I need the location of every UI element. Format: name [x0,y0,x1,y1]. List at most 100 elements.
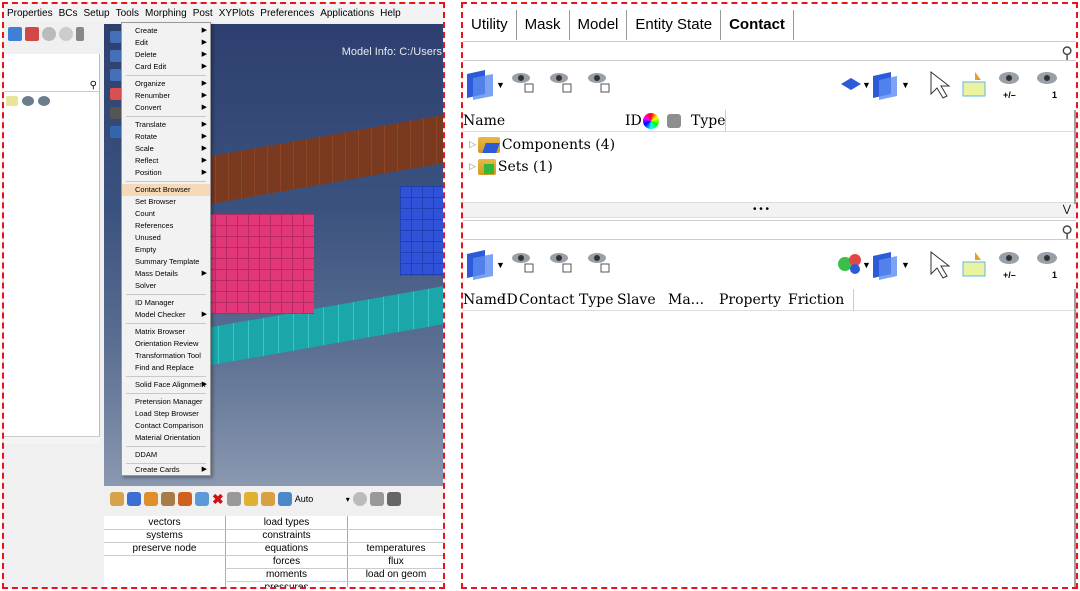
column-master[interactable]: Ma... [668,289,704,311]
menu-item-matrix-browser[interactable]: Matrix Browser [122,326,210,338]
menu-item-card-edit[interactable]: Card Edit ▶ [122,61,210,73]
pane-splitter[interactable]: • • • ⋁ [463,202,1076,218]
eye-tree-icon-1[interactable] [512,253,534,273]
bc-load-on-geom[interactable]: load on geom [348,568,443,581]
tab-model[interactable]: Model [569,10,628,40]
isolate-icon[interactable] [962,252,986,277]
find-icon[interactable] [243,492,258,506]
surface-icon[interactable] [369,492,384,506]
zoom-out-icon[interactable] [59,27,73,41]
menu-item-renumber[interactable]: Renumber ▶ [122,90,210,102]
tab-utility[interactable]: Utility [463,10,517,40]
tree-item-sets[interactable]: ▷ Sets (1) [463,156,1076,178]
menu-xyplots[interactable]: XYPlots [216,4,258,22]
isolate-icon[interactable] [962,72,986,97]
chevron-down-icon[interactable]: ▼ [901,80,910,90]
pan-icon[interactable] [76,27,84,41]
column-type[interactable]: Type [691,110,726,132]
menu-properties[interactable]: Properties [4,4,56,22]
eye-tree-icon-3[interactable] [588,73,610,93]
lower-search-input[interactable]: ⚲ [463,220,1076,242]
menu-item-solid-face-alignment[interactable]: Solid Face Alignment ▶ [122,379,210,391]
upper-search-input[interactable]: ⚲ [463,41,1076,63]
menu-item-unused[interactable]: Unused [122,232,210,244]
bc-forces[interactable]: forces [226,555,347,568]
menu-tools[interactable]: Tools [113,4,142,22]
eye-tree-icon-2[interactable] [550,73,572,93]
column-contact-type[interactable]: Contact Type [519,289,614,311]
curve-icon[interactable] [352,492,367,506]
bc-moments[interactable]: moments [226,568,347,581]
expand-icon[interactable]: ▷ [469,134,476,156]
column-friction[interactable]: Friction [788,289,844,311]
menu-item-set-browser[interactable]: Set Browser [122,196,210,208]
bc-temperatures[interactable]: temperatures [348,542,443,555]
lower-scrollbar[interactable] [1074,289,1076,587]
auto-dropdown[interactable]: Auto [295,494,343,504]
menu-morphing[interactable]: Morphing [142,4,190,22]
bc-constraints[interactable]: constraints [226,529,347,542]
tab-entity-state[interactable]: Entity State [627,10,722,40]
loads-icon[interactable] [161,492,175,506]
tree-item-components[interactable]: ▷ Components (4) [463,134,1076,156]
column-id[interactable]: ID [501,289,518,311]
component-view-icon[interactable] [467,250,493,280]
menu-item-create-cards[interactable]: Create Cards ▶ [122,464,210,476]
menu-item-pretension-manager[interactable]: Pretension Manager [122,396,210,408]
menu-item-delete[interactable]: Delete ▶ [122,49,210,61]
menu-item-translate[interactable]: Translate ▶ [122,119,210,131]
eye-one-icon[interactable] [38,96,50,106]
tab-contact[interactable]: Contact [721,10,794,40]
bc-flux[interactable]: flux [348,555,443,568]
menu-setup[interactable]: Setup [80,4,112,22]
menu-item-count[interactable]: Count [122,208,210,220]
chevron-down-icon[interactable]: ▼ [862,260,871,270]
zoom-icon[interactable] [42,27,56,41]
menu-item-contact-browser[interactable]: Contact Browser [122,184,210,196]
menu-item-solver[interactable]: Solver [122,280,210,292]
upper-scrollbar[interactable] [1074,110,1076,204]
menu-item-find-and-replace[interactable]: Find and Replace [122,362,210,374]
bc-load-types[interactable]: load types [226,516,347,529]
solid-icon[interactable] [386,492,401,506]
menu-item-model-checker[interactable]: Model Checker ▶ [122,309,210,321]
menu-item-empty[interactable]: Empty [122,244,210,256]
menu-item-ddam[interactable]: DDAM [122,449,210,461]
elements-icon[interactable] [127,492,141,506]
column-name[interactable]: Name [463,110,505,132]
menu-item-create[interactable]: Create ▶ [122,25,210,37]
search-icon[interactable]: ⚲ [1061,222,1073,242]
menu-item-position[interactable]: Position ▶ [122,167,210,179]
bc-systems[interactable]: systems [104,529,225,542]
column-id[interactable]: ID [625,110,642,132]
chevron-down-icon[interactable]: ▼ [496,260,505,270]
menu-applications[interactable]: Applications [317,4,377,22]
menu-item-scale[interactable]: Scale ▶ [122,143,210,155]
menu-bcs[interactable]: BCs [56,4,81,22]
eye-plusminus-icon[interactable] [999,252,1019,264]
component-view-icon[interactable] [467,70,493,100]
view-icon[interactable] [8,27,22,41]
menu-item-convert[interactable]: Convert ▶ [122,102,210,114]
bc-equations[interactable]: equations [226,542,347,555]
menu-item-load-step-browser[interactable]: Load Step Browser [122,408,210,420]
mask-icon[interactable] [226,492,241,506]
menu-item-id-manager[interactable]: ID Manager [122,297,210,309]
load-collector-icon[interactable] [178,492,192,506]
menu-item-transformation-tool[interactable]: Transformation Tool [122,350,210,362]
contact-color-icon[interactable] [838,254,861,274]
component-filter-icon[interactable] [873,252,897,280]
geometry-icon[interactable] [144,492,158,506]
eye-tree-icon-2[interactable] [550,253,572,273]
eye-plusminus-icon[interactable] [999,72,1019,84]
menu-item-mass-details[interactable]: Mass Details ▶ [122,268,210,280]
column-name[interactable]: Name [463,289,505,311]
search-icon[interactable]: ⚲ [1061,43,1073,63]
display-icon[interactable] [25,27,39,41]
expand-icon[interactable]: ▷ [469,156,476,178]
menu-preferences[interactable]: Preferences [257,4,317,22]
menu-item-material-orientation[interactable]: Material Orientation [122,432,210,444]
column-slave[interactable]: Slave [617,289,656,311]
chevron-down-icon[interactable]: ▼ [901,260,910,270]
chevron-down-icon[interactable]: ▼ [496,80,505,90]
